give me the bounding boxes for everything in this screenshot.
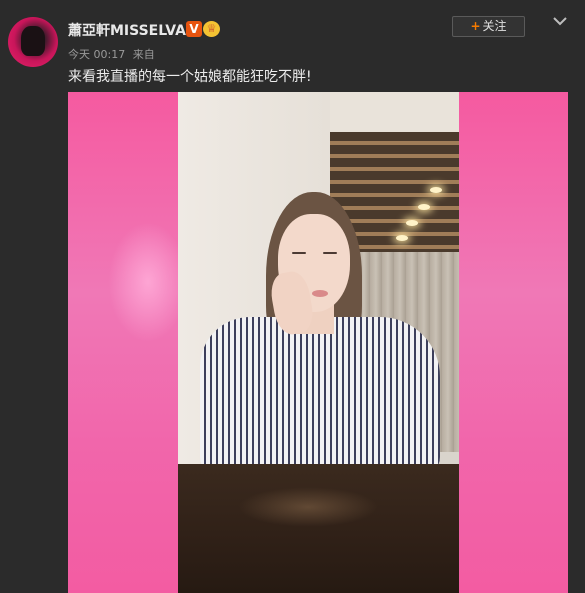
wooden-table bbox=[178, 464, 459, 593]
plus-icon: + bbox=[470, 19, 481, 33]
avatar[interactable] bbox=[8, 17, 58, 67]
person-eye bbox=[292, 252, 306, 254]
person-shirt bbox=[200, 317, 440, 477]
weibo-post-card: 蕭亞軒MISSELVA V ♕ 今天 00:17 来自 + 关注 来看我直播的每一… bbox=[0, 0, 585, 593]
ceiling-light bbox=[418, 204, 430, 210]
post-text: 来看我直播的每一个姑娘都能狂吃不胖! bbox=[68, 69, 312, 85]
pink-side-right bbox=[459, 92, 568, 593]
person-eye bbox=[323, 252, 337, 254]
follow-label: 关注 bbox=[482, 19, 507, 33]
chevron-down-icon[interactable] bbox=[552, 14, 568, 28]
post-source: 来自 bbox=[132, 48, 155, 61]
ceiling-light bbox=[396, 235, 408, 241]
ceiling-light bbox=[430, 187, 442, 193]
crown-icon[interactable]: ♕ bbox=[203, 21, 220, 37]
post-meta: 今天 00:17 来自 bbox=[68, 46, 155, 62]
table-reflection bbox=[238, 487, 378, 527]
avatar-figure bbox=[21, 26, 45, 56]
author-name[interactable]: 蕭亞軒MISSELVA bbox=[68, 20, 186, 40]
person-mouth bbox=[312, 290, 328, 297]
ceiling-light bbox=[406, 220, 418, 226]
post-time[interactable]: 今天 00:17 bbox=[68, 48, 125, 61]
ceiling bbox=[330, 92, 459, 132]
video-thumbnail[interactable] bbox=[68, 92, 568, 593]
pink-blur bbox=[108, 222, 188, 342]
follow-button[interactable]: + 关注 bbox=[452, 16, 525, 37]
verified-badge[interactable]: V bbox=[186, 21, 202, 37]
video-frame bbox=[178, 92, 459, 593]
pink-side-left bbox=[68, 92, 178, 593]
